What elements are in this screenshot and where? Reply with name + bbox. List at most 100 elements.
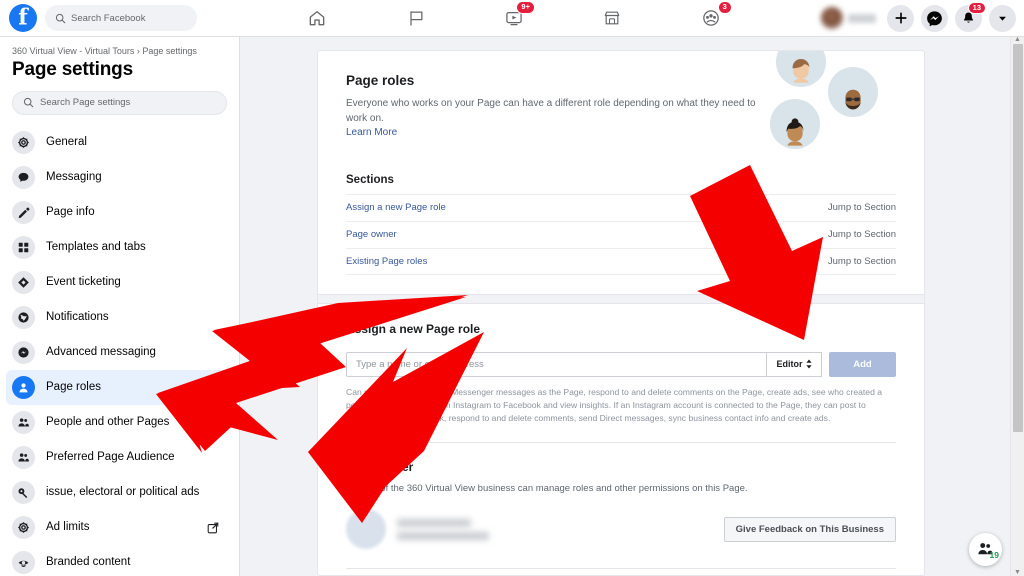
page-scrollbar[interactable]: ▲ ▼ bbox=[1010, 36, 1024, 576]
sidebar-item-templates-and-tabs[interactable]: Templates and tabs bbox=[6, 230, 233, 265]
page-roles-description-text: Everyone who works on your Page can have… bbox=[346, 98, 756, 124]
screen-root: Search Facebook 9+ bbox=[0, 0, 1024, 576]
messenger-icon bbox=[927, 10, 942, 26]
nav-tab-marketplace[interactable] bbox=[589, 3, 635, 33]
sidebar-item-branded-content[interactable]: Branded content bbox=[6, 545, 233, 576]
avatar-illustration-2 bbox=[828, 67, 878, 117]
breadcrumb[interactable]: 360 Virtual View - Virtual Tours › Page … bbox=[0, 37, 239, 58]
existing-page-roles-title: Existing Page roles bbox=[346, 569, 896, 575]
page-title: Page settings bbox=[12, 58, 133, 80]
avatar bbox=[821, 7, 843, 29]
person-avatar-icon bbox=[792, 58, 810, 83]
business-help-button[interactable]: 19 bbox=[969, 533, 1002, 566]
sidebar-item-general[interactable]: General bbox=[6, 125, 233, 160]
gear-icon bbox=[12, 515, 35, 539]
groups-icon bbox=[702, 10, 719, 26]
nav-left-group: Search Facebook bbox=[0, 4, 197, 32]
give-feedback-button[interactable]: Give Feedback on This Business bbox=[723, 516, 896, 542]
messenger-button[interactable] bbox=[921, 4, 948, 32]
avatar-illustration-3 bbox=[770, 99, 820, 149]
sidebar-item-messaging[interactable]: Messaging bbox=[6, 160, 233, 195]
business-help-count: 19 bbox=[989, 550, 999, 560]
caret-up-icon[interactable]: ▲ bbox=[1014, 36, 1021, 43]
nav-tab-groups[interactable]: 3 bbox=[688, 1, 734, 33]
plus-icon bbox=[894, 12, 907, 24]
facebook-search-placeholder: Search Facebook bbox=[71, 12, 146, 24]
pencil-icon bbox=[18, 207, 30, 218]
sidebar-item-label: Templates and tabs bbox=[46, 241, 146, 254]
role-select-dropdown[interactable]: Editor bbox=[766, 351, 822, 377]
role-avatars-illustration bbox=[770, 51, 888, 155]
section-link[interactable]: Assign a new Page role bbox=[346, 202, 446, 213]
messenger-icon bbox=[12, 340, 35, 364]
key-icon bbox=[12, 480, 35, 504]
search-icon bbox=[23, 98, 34, 108]
people-icon bbox=[12, 445, 35, 469]
sidebar-item-label: Messaging bbox=[46, 171, 102, 184]
sidebar-item-label: Ad limits bbox=[46, 521, 90, 534]
sidebar-item-label: Branded content bbox=[46, 556, 131, 569]
nav-tab-watch[interactable]: 9+ bbox=[491, 1, 537, 33]
chevron-down-icon bbox=[999, 16, 1006, 21]
marketplace-icon bbox=[605, 11, 620, 25]
ticket-icon bbox=[12, 270, 35, 294]
chat-icon bbox=[12, 165, 35, 189]
chat-icon bbox=[18, 172, 29, 182]
page-roles-header: Page roles Everyone who works on your Pa… bbox=[346, 51, 896, 149]
sidebar-item-page-info[interactable]: Page info bbox=[6, 195, 233, 230]
nav-right-group: 13 bbox=[821, 0, 1016, 36]
top-navigation-bar: Search Facebook 9+ bbox=[0, 0, 1024, 37]
person-avatar-icon bbox=[786, 118, 804, 146]
account-menu-button[interactable] bbox=[989, 4, 1016, 32]
sidebar-item-label: General bbox=[46, 136, 87, 149]
notifications-button[interactable]: 13 bbox=[955, 1, 986, 32]
facebook-logo-icon[interactable] bbox=[9, 4, 37, 32]
external-link-icon bbox=[207, 521, 219, 539]
profile-chip[interactable] bbox=[821, 7, 880, 29]
avatar-illustration-1 bbox=[776, 51, 826, 87]
sidebar-item-label: Event ticketing bbox=[46, 276, 121, 289]
home-icon bbox=[309, 11, 325, 26]
nav-tabs-group: 9+ 3 bbox=[268, 0, 760, 36]
people-icon bbox=[18, 418, 29, 427]
nav-tab-watch-badge: 9+ bbox=[516, 1, 535, 14]
add-role-button[interactable]: Add bbox=[829, 351, 896, 377]
sidebar-item-label: issue, electoral or political ads bbox=[46, 486, 200, 499]
globe-icon bbox=[12, 305, 35, 329]
nav-tab-pages[interactable] bbox=[393, 3, 439, 33]
flag-icon bbox=[409, 11, 423, 26]
messenger-icon bbox=[18, 347, 29, 358]
section-link[interactable]: Existing Page roles bbox=[346, 256, 427, 267]
section-link[interactable]: Page owner bbox=[346, 229, 397, 240]
handshake-icon bbox=[12, 550, 35, 574]
caret-down-icon[interactable]: ▼ bbox=[1014, 569, 1021, 576]
sidebar-item-label: Advanced messaging bbox=[46, 346, 156, 359]
key-icon bbox=[18, 487, 28, 498]
pencil-icon bbox=[12, 200, 35, 224]
search-page-settings-input[interactable]: Search Page settings bbox=[12, 90, 227, 115]
arrow-to-name-input bbox=[308, 332, 484, 523]
gear-icon bbox=[12, 130, 35, 154]
sidebar-item-label: Notifications bbox=[46, 311, 109, 324]
nav-tab-groups-badge: 3 bbox=[717, 1, 732, 14]
handshake-icon bbox=[18, 560, 29, 567]
facebook-search-input[interactable]: Search Facebook bbox=[45, 5, 197, 31]
page-roles-description: Everyone who works on your Page can have… bbox=[346, 97, 778, 141]
learn-more-link[interactable]: Learn More bbox=[346, 127, 397, 138]
scrollbar-thumb[interactable] bbox=[1013, 44, 1023, 432]
person-icon bbox=[12, 375, 35, 399]
grid-icon bbox=[12, 235, 35, 259]
arrow-to-role-select bbox=[690, 165, 823, 340]
sidebar-item-ad-limits[interactable]: Ad limits bbox=[6, 510, 233, 545]
grid-icon bbox=[18, 242, 29, 252]
gear-icon bbox=[17, 521, 30, 533]
create-button[interactable] bbox=[887, 4, 914, 32]
nav-tab-home[interactable] bbox=[294, 3, 340, 33]
people-icon bbox=[12, 410, 35, 434]
people-icon bbox=[18, 453, 29, 462]
sidebar-item-label: Page info bbox=[46, 206, 95, 219]
profile-name-redacted bbox=[848, 13, 876, 23]
sidebar-item-label: Page roles bbox=[46, 381, 101, 394]
person-icon bbox=[19, 383, 28, 393]
gear-icon bbox=[17, 136, 30, 148]
